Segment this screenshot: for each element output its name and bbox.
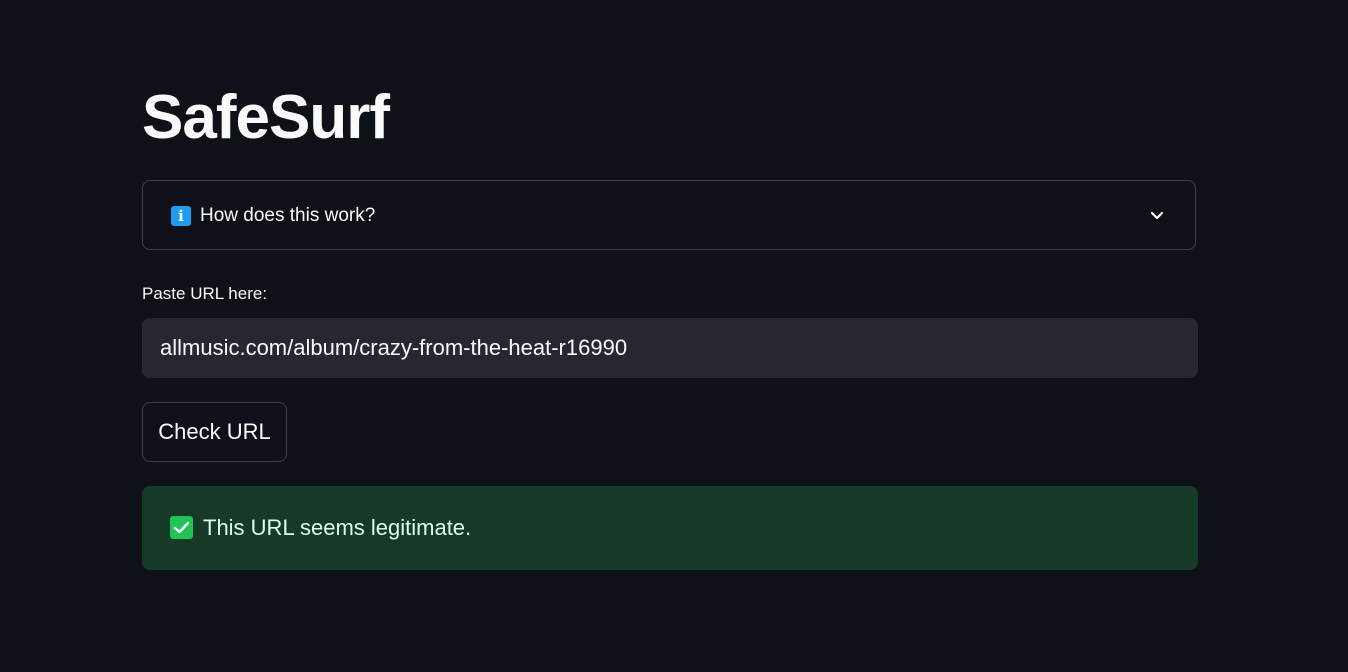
success-alert: This URL seems legitimate. <box>142 486 1198 570</box>
expander-label: How does this work? <box>200 205 376 226</box>
chevron-down-icon[interactable] <box>1149 207 1165 223</box>
url-input[interactable] <box>142 318 1198 378</box>
page-title: SafeSurf <box>142 83 390 152</box>
url-input-label: Paste URL here: <box>142 284 268 303</box>
check-url-button[interactable]: Check URL <box>142 402 287 462</box>
how-it-works-expander[interactable]: i How does this work? <box>142 180 1196 250</box>
checkmark-icon <box>170 516 193 539</box>
info-icon: i <box>171 206 191 226</box>
alert-message: This URL seems legitimate. <box>203 515 472 540</box>
